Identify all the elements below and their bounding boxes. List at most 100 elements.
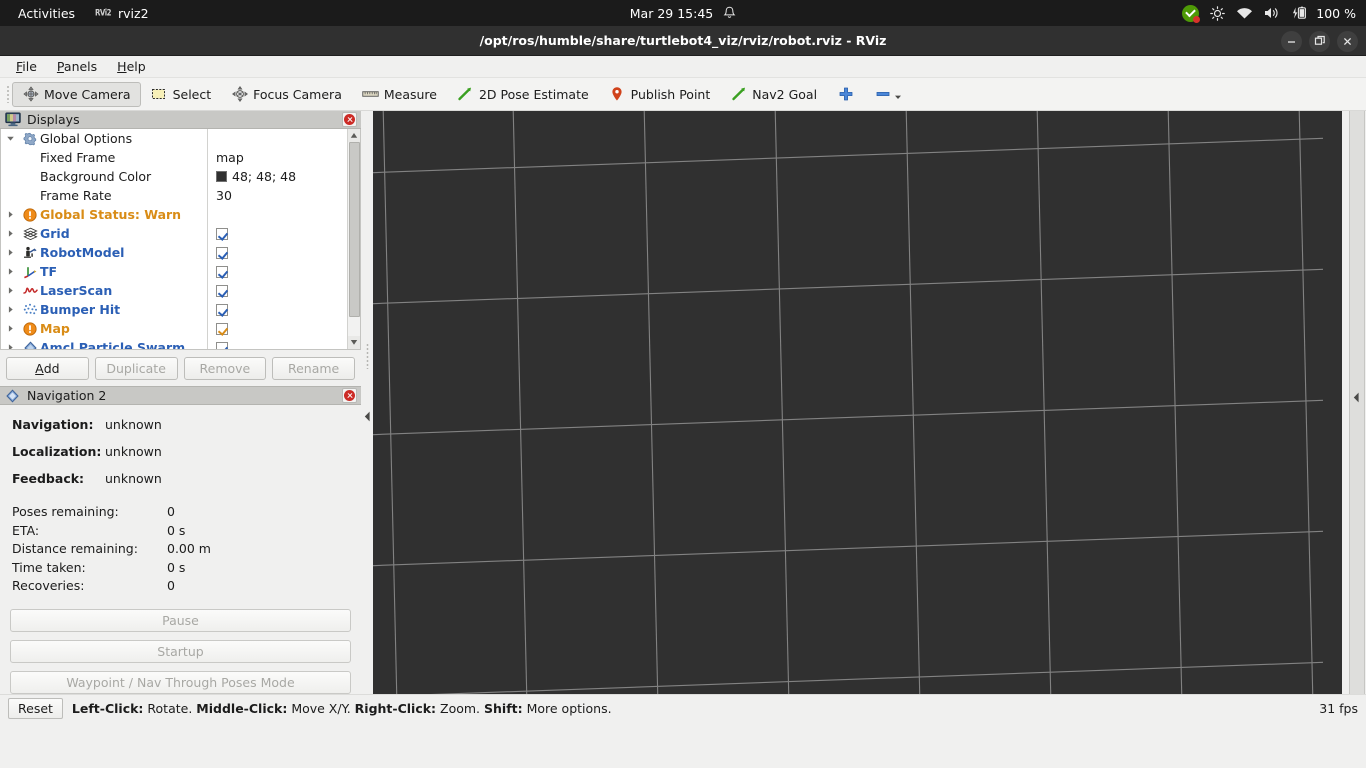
visibility-checkbox[interactable] — [216, 342, 228, 351]
add-display-button[interactable]: Add — [6, 357, 89, 380]
tree-item-value[interactable] — [208, 243, 347, 262]
render-viewport-3d[interactable] — [373, 111, 1342, 694]
minimize-icon[interactable] — [1281, 31, 1302, 52]
reset-button[interactable]: Reset — [8, 698, 63, 719]
goal-arrow-icon — [730, 86, 747, 103]
duplicate-display-button[interactable]: Duplicate — [95, 357, 178, 380]
tool-2d-pose-estimate-label: 2D Pose Estimate — [479, 87, 589, 102]
table-row[interactable]: Map — [1, 319, 347, 338]
displays-action-buttons: Add Duplicate Remove Rename — [0, 350, 361, 386]
displays-tree[interactable]: Global Options Fixed Frame map — [0, 129, 361, 350]
tree-item-tf[interactable]: TF — [1, 262, 208, 281]
tree-item-bumper-hit[interactable]: Bumper Hit — [1, 300, 208, 319]
active-app-indicator[interactable]: RVi2 rviz2 — [89, 6, 149, 21]
tree-item-map[interactable]: Map — [1, 319, 208, 338]
tool-publish-point[interactable]: Publish Point — [599, 82, 721, 107]
pause-button[interactable]: Pause — [10, 609, 351, 632]
rename-display-button[interactable]: Rename — [272, 357, 355, 380]
remove-tool-button[interactable] — [864, 82, 912, 107]
eta-label: ETA: — [12, 523, 167, 538]
chevron-right-icon[interactable] — [1, 229, 20, 238]
chevron-right-icon[interactable] — [1, 343, 20, 350]
visibility-checkbox[interactable] — [216, 285, 228, 297]
chevron-right-icon[interactable] — [1, 267, 20, 276]
visibility-checkbox[interactable] — [216, 228, 228, 240]
tree-item-robotmodel[interactable]: RobotModel — [1, 243, 208, 262]
scroll-down-icon[interactable] — [348, 336, 361, 349]
tree-item-fixed-frame[interactable]: Fixed Frame — [1, 148, 208, 167]
table-row[interactable]: Background Color 48; 48; 48 — [1, 167, 347, 186]
activities-button[interactable]: Activities — [0, 6, 89, 21]
collapse-left-icon[interactable] — [364, 411, 371, 422]
clock-menu[interactable]: Mar 29 15:45 — [578, 6, 788, 21]
tree-item-value[interactable] — [208, 281, 347, 300]
navigation-panel-close-button[interactable] — [342, 388, 357, 403]
menu-help[interactable]: Help — [109, 57, 154, 76]
tool-2d-pose-estimate[interactable]: 2D Pose Estimate — [447, 82, 599, 107]
chevron-right-icon[interactable] — [1, 286, 20, 295]
chevron-right-icon[interactable] — [1, 324, 20, 333]
visibility-checkbox[interactable] — [216, 304, 228, 316]
table-row[interactable]: RobotModel — [1, 243, 347, 262]
tool-select[interactable]: Select — [141, 82, 222, 107]
waypoint-mode-button[interactable]: Waypoint / Nav Through Poses Mode — [10, 671, 351, 694]
tool-overflow-chevron-icon[interactable] — [893, 89, 902, 106]
tool-focus-camera[interactable]: Focus Camera — [221, 82, 352, 107]
chevron-down-icon[interactable] — [1, 134, 20, 143]
table-row[interactable]: Fixed Frame map — [1, 148, 347, 167]
visibility-checkbox[interactable] — [216, 266, 228, 278]
tool-nav2-goal[interactable]: Nav2 Goal — [720, 82, 827, 107]
tree-item-value[interactable]: map — [208, 148, 347, 167]
tree-item-value[interactable]: 30 — [208, 186, 347, 205]
table-row[interactable]: Global Options — [1, 129, 347, 148]
menu-panels[interactable]: Panels — [49, 57, 105, 76]
tree-item-value[interactable] — [208, 262, 347, 281]
table-row[interactable]: TF — [1, 262, 347, 281]
tool-measure[interactable]: Measure — [352, 82, 447, 107]
tree-item-amcl-particle-swarm[interactable]: Amcl Particle Swarm — [1, 338, 208, 350]
scrollbar-thumb[interactable] — [349, 142, 360, 317]
tree-item-label: Global Status: Warn — [40, 207, 181, 222]
displays-panel-close-button[interactable] — [342, 112, 357, 127]
visibility-checkbox[interactable] — [216, 323, 228, 335]
tree-item-label: Frame Rate — [1, 188, 112, 203]
close-icon[interactable] — [1337, 31, 1358, 52]
add-tool-button[interactable] — [827, 82, 864, 107]
tree-item-value[interactable] — [208, 300, 347, 319]
menu-file[interactable]: File — [8, 57, 45, 76]
table-row[interactable]: Bumper Hit — [1, 300, 347, 319]
chevron-right-icon[interactable] — [1, 305, 20, 314]
table-row[interactable]: Amcl Particle Swarm — [1, 338, 347, 350]
scrollbar-track[interactable] — [348, 317, 361, 336]
scroll-up-icon[interactable] — [348, 129, 361, 142]
tree-item-value[interactable] — [208, 319, 347, 338]
list-item: Feedback: unknown — [12, 471, 361, 498]
splitter-grip[interactable] — [366, 343, 369, 369]
displays-tree-scrollbar[interactable] — [347, 129, 360, 349]
tree-item-global-options[interactable]: Global Options — [1, 129, 208, 148]
tree-item-global-status[interactable]: Global Status: Warn — [1, 205, 208, 224]
tree-item-value[interactable]: 48; 48; 48 — [208, 167, 347, 186]
toolbar-grip[interactable] — [4, 83, 12, 105]
startup-button[interactable]: Startup — [10, 640, 351, 663]
tree-item-laserscan[interactable]: LaserScan — [1, 281, 208, 300]
table-row[interactable]: Global Status: Warn — [1, 205, 347, 224]
tool-move-camera[interactable]: Move Camera — [12, 82, 141, 107]
tree-item-value[interactable] — [208, 224, 347, 243]
chevron-right-icon[interactable] — [1, 248, 20, 257]
tree-item-frame-rate[interactable]: Frame Rate — [1, 186, 208, 205]
tree-item-value[interactable] — [208, 338, 347, 350]
collapse-right-icon[interactable] — [1353, 392, 1360, 403]
table-row[interactable]: Grid — [1, 224, 347, 243]
maximize-restore-icon[interactable] — [1309, 31, 1330, 52]
remove-display-button[interactable]: Remove — [184, 357, 267, 380]
tree-item-grid[interactable]: Grid — [1, 224, 208, 243]
right-dock-splitter[interactable] — [1342, 111, 1366, 694]
left-dock-splitter[interactable] — [361, 111, 373, 694]
table-row[interactable]: LaserScan — [1, 281, 347, 300]
visibility-checkbox[interactable] — [216, 247, 228, 259]
tree-item-background-color[interactable]: Background Color — [1, 167, 208, 186]
table-row[interactable]: Frame Rate 30 — [1, 186, 347, 205]
system-tray[interactable]: 100 % — [1182, 0, 1356, 26]
chevron-right-icon[interactable] — [1, 210, 20, 219]
